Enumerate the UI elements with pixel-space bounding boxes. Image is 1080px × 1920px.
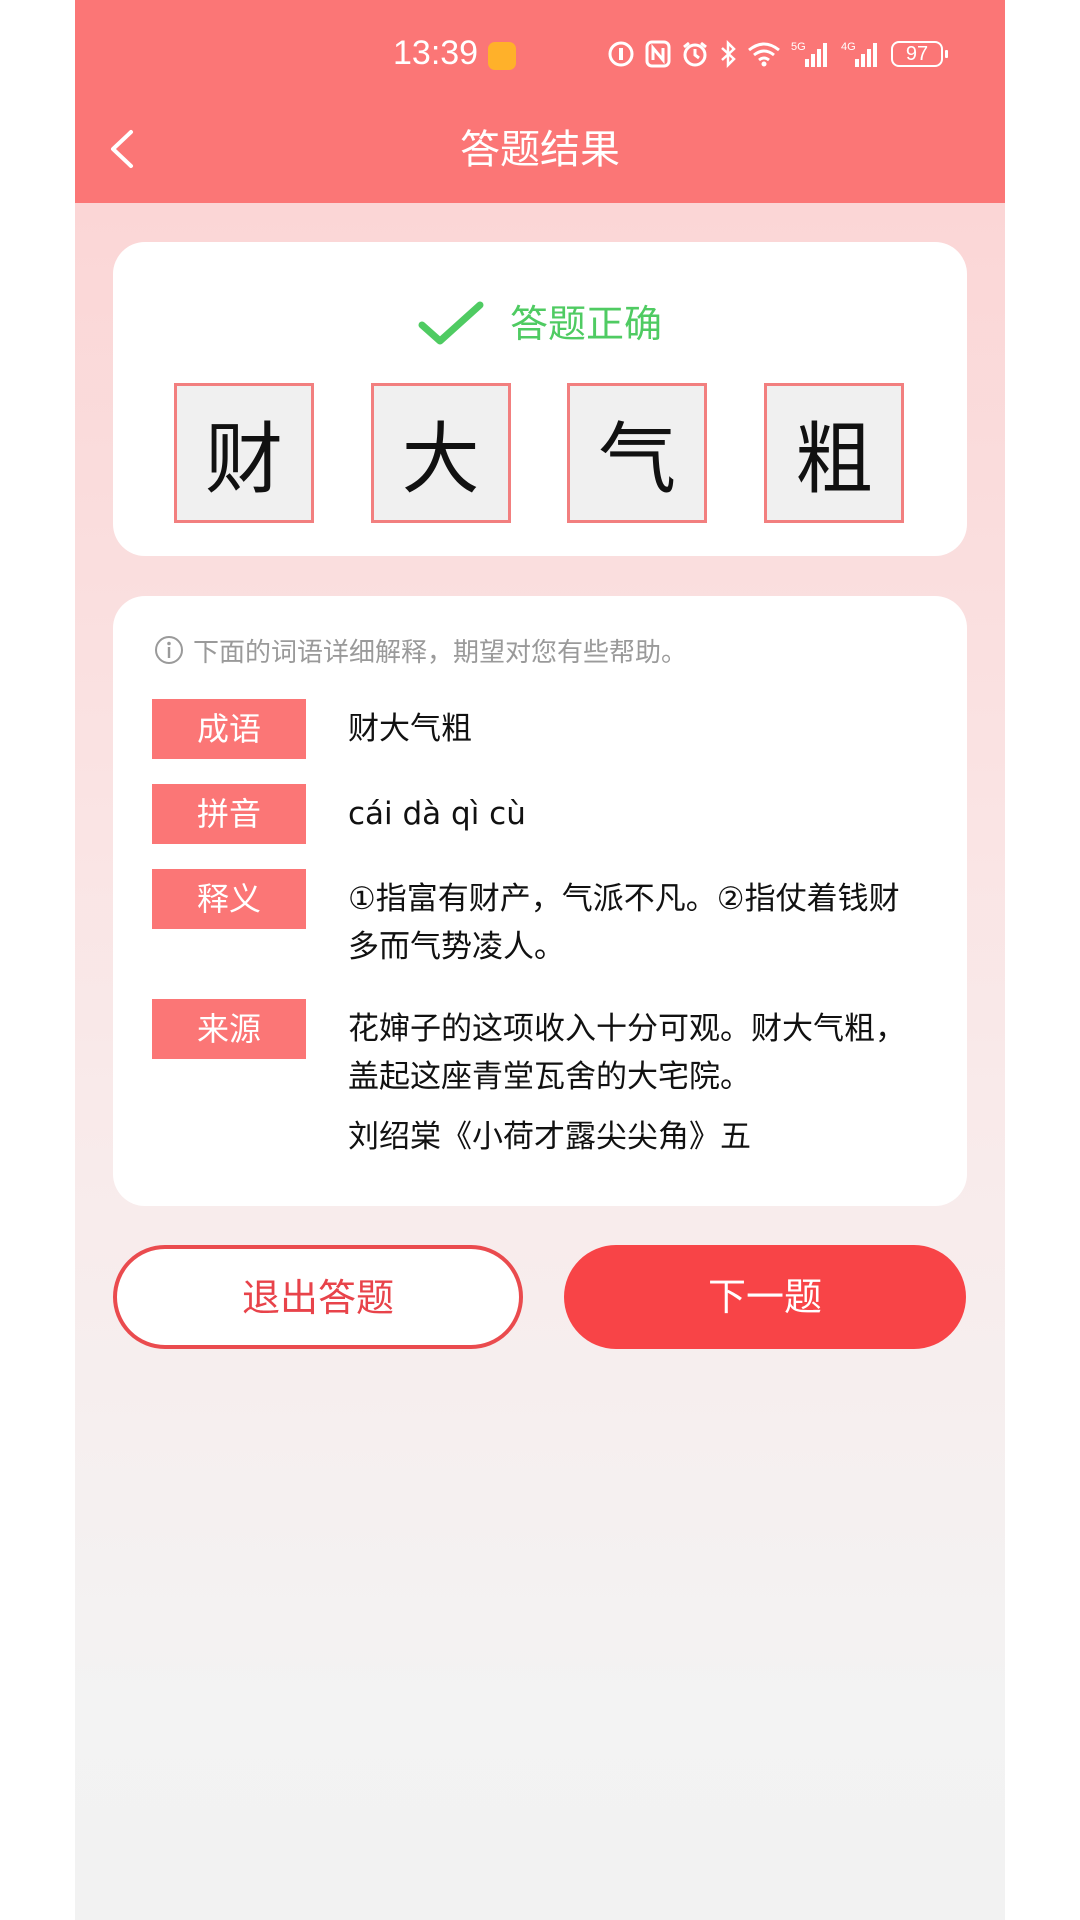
answer-char-2: 大	[370, 383, 511, 523]
source-citation: 刘绍棠《小荷才露尖尖角》五	[348, 1119, 751, 1155]
hint-text: 下面的词语详细解释，期望对您有些帮助。	[193, 637, 688, 668]
pinyin-value: cái dà qì cù	[348, 796, 526, 832]
app-screen: 13:39 5G 4G 97 答题结果 答题正确 财 大 气 粗 下面的词语详细…	[75, 0, 1005, 1920]
idiom-value: 财大气粗	[348, 711, 472, 747]
source-value: 花婶子的这项收入十分可观。财大气粗，盖起这座青堂瓦舍的大宅院。 刘绍棠《小荷才露…	[348, 1005, 908, 1161]
status-bar: 13:39 5G 4G 97	[75, 0, 1005, 110]
answer-char-1: 财	[174, 383, 314, 523]
status-icons: 5G 4G 97	[607, 36, 948, 72]
result-status: 答题正确	[113, 296, 967, 352]
meaning-value: ①指富有财产，气派不凡。②指仗着钱财多而气势凌人。	[348, 881, 900, 965]
svg-text:4G: 4G	[841, 41, 856, 53]
data-saver-icon	[608, 41, 634, 67]
source-quote: 花婶子的这项收入十分可观。财大气粗，盖起这座青堂瓦舍的大宅院。	[348, 1011, 906, 1095]
answer-characters: 财 大 气 粗	[174, 383, 904, 523]
result-status-text: 答题正确	[509, 302, 662, 346]
exit-quiz-button[interactable]: 退出答题	[113, 1245, 523, 1349]
signal-4g-icon: 4G	[841, 41, 877, 67]
answer-char-4: 粗	[763, 383, 904, 523]
meaning-label: 释义	[152, 869, 306, 929]
next-question-button[interactable]: 下一题	[564, 1245, 966, 1349]
svg-text:5G: 5G	[791, 41, 806, 53]
header-bar: 13:39 5G 4G 97 答题结果	[75, 0, 1005, 203]
info-icon	[155, 636, 183, 664]
source-label: 来源	[152, 999, 306, 1059]
app-notification-icon	[488, 42, 516, 70]
alarm-icon	[683, 41, 707, 67]
explanation-card: 下面的词语详细解释，期望对您有些帮助。 成语 财大气粗 拼音 cái dà qì…	[113, 596, 967, 1206]
signal-5g-icon: 5G	[791, 41, 827, 67]
battery-icon: 97	[891, 41, 948, 67]
status-time: 13:39	[393, 34, 479, 72]
answer-char-3: 气	[567, 383, 708, 523]
idiom-label: 成语	[152, 699, 306, 759]
wifi-icon	[748, 42, 780, 67]
nfc-icon	[645, 40, 671, 68]
result-card: 答题正确 财 大 气 粗	[113, 242, 967, 556]
pinyin-label: 拼音	[152, 784, 306, 844]
hint-row: 下面的词语详细解释，期望对您有些帮助。	[153, 630, 687, 670]
check-icon	[418, 301, 484, 345]
bluetooth-icon	[721, 40, 736, 68]
page-title: 答题结果	[460, 127, 620, 173]
